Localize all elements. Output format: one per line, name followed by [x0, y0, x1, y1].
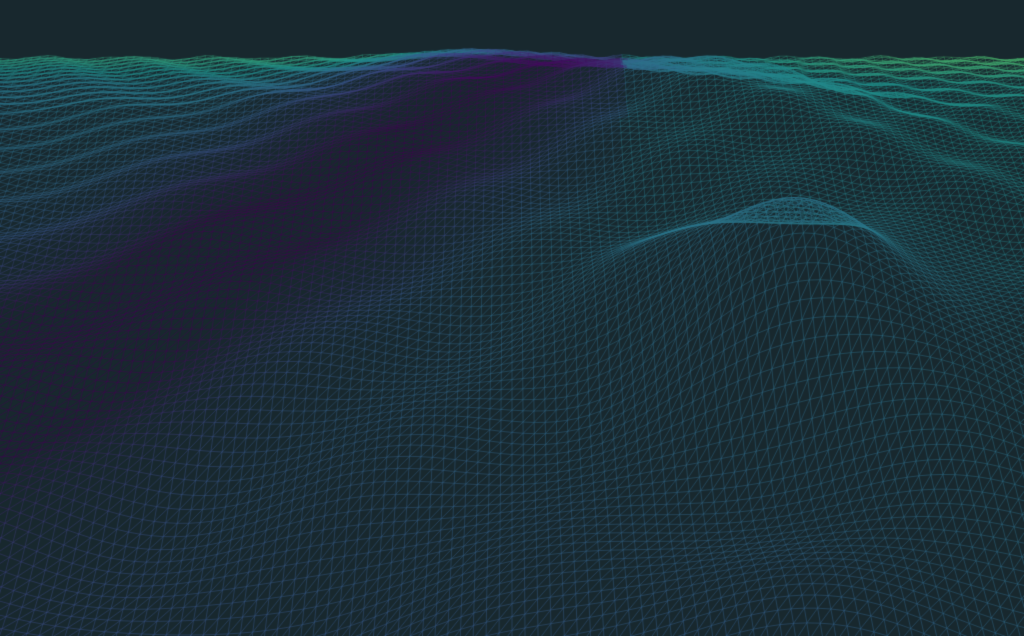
terrain-viewport[interactable]: [0, 0, 1024, 636]
terrain-wireframe-mesh[interactable]: [0, 0, 1024, 636]
